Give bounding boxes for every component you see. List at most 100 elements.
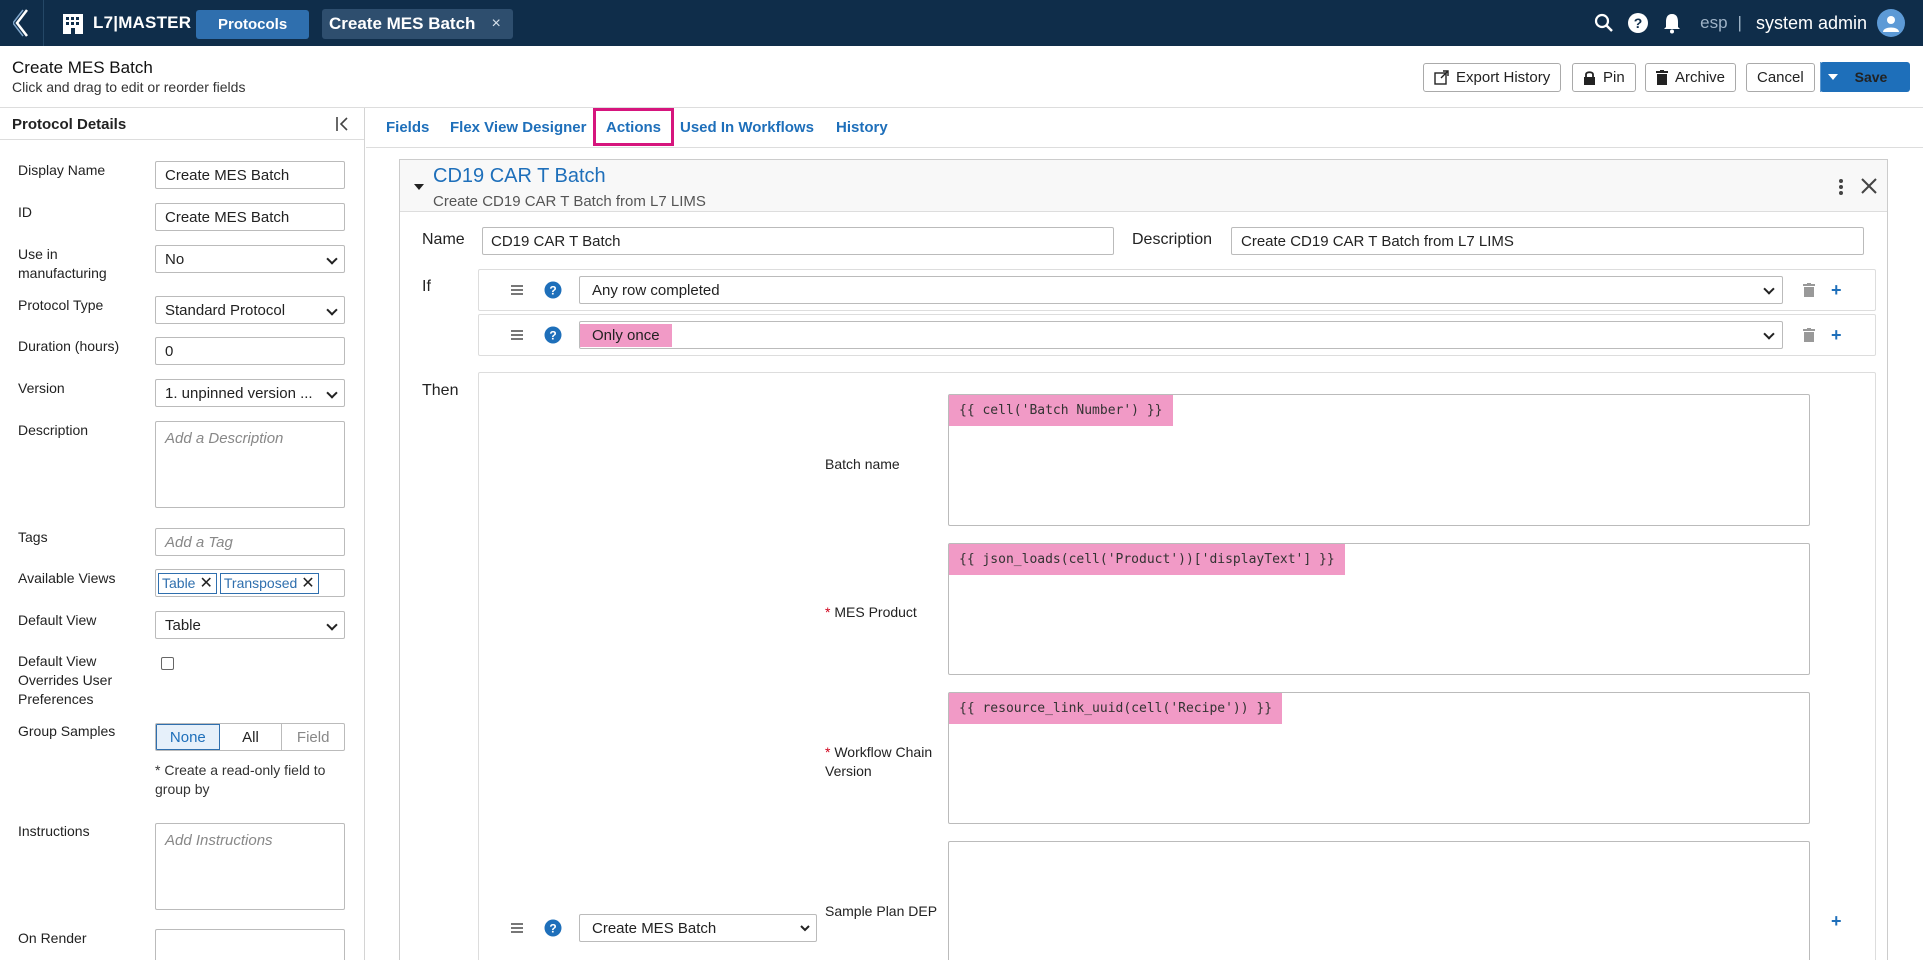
svg-text:?: ? bbox=[549, 329, 556, 343]
protocol-details-panel: Protocol Details Display Name Create MES… bbox=[0, 108, 365, 960]
tags-label: Tags bbox=[18, 529, 48, 545]
display-name-label: Display Name bbox=[18, 162, 106, 178]
page-header: Create MES Batch Click and drag to edit … bbox=[0, 46, 1923, 108]
tab-flex-view-designer[interactable]: Flex View Designer bbox=[440, 108, 596, 146]
close-tab-icon[interactable]: × bbox=[491, 15, 500, 33]
tab-history[interactable]: History bbox=[826, 108, 898, 146]
panel-header: Protocol Details bbox=[0, 108, 364, 140]
svg-text:?: ? bbox=[549, 922, 556, 936]
export-history-label: Export History bbox=[1456, 69, 1551, 86]
action-card-header: CD19 CAR T Batch Create CD19 CAR T Batch… bbox=[400, 160, 1887, 212]
action-title: CD19 CAR T Batch bbox=[433, 165, 606, 187]
help-button[interactable]: ? bbox=[1626, 11, 1650, 35]
separator: | bbox=[1737, 13, 1742, 32]
action-subtitle: Create CD19 CAR T Batch from L7 LIMS bbox=[433, 193, 706, 210]
required-marker: * bbox=[825, 604, 831, 620]
then-action-select[interactable]: Create MES Batch bbox=[579, 914, 817, 942]
remove-chip-icon[interactable]: ✕ bbox=[301, 573, 314, 593]
param-label-text: Sample Plan DEP bbox=[825, 903, 938, 919]
chevron-down-icon bbox=[800, 925, 810, 932]
condition-select[interactable]: Any row completed bbox=[579, 276, 1783, 304]
required-marker: * bbox=[825, 744, 831, 760]
group-option-all[interactable]: All bbox=[220, 724, 283, 750]
cancel-label: Cancel bbox=[1757, 69, 1804, 86]
action-name-input[interactable]: CD19 CAR T Batch bbox=[482, 227, 1114, 255]
param-label-workflow-chain: * Workflow Chain Version bbox=[825, 743, 935, 781]
mes-product-editor[interactable]: {{ json_loads(cell('Product'))['displayT… bbox=[948, 543, 1810, 675]
archive-button[interactable]: Archive bbox=[1645, 63, 1737, 92]
frequency-select[interactable]: Only once bbox=[579, 321, 1783, 349]
collapse-icon[interactable] bbox=[335, 116, 353, 132]
tab-actions[interactable]: Actions bbox=[593, 108, 675, 146]
param-label-sample-plan: Sample Plan DEP bbox=[825, 902, 937, 921]
override-checkbox[interactable] bbox=[161, 657, 174, 670]
kebab-icon[interactable] bbox=[1838, 178, 1844, 196]
drag-icon[interactable] bbox=[511, 285, 523, 295]
topbar-right: ? esp | system admin bbox=[1592, 0, 1905, 46]
save-label: Save bbox=[1854, 68, 1888, 85]
cancel-button[interactable]: Cancel bbox=[1746, 63, 1815, 92]
display-name-input[interactable]: Create MES Batch bbox=[155, 161, 345, 189]
instructions-textarea[interactable]: Add Instructions bbox=[155, 823, 345, 910]
page-subtitle: Click and drag to edit or reorder fields bbox=[12, 79, 246, 95]
notifications-button[interactable] bbox=[1660, 11, 1684, 35]
use-mfg-label: Use in manufacturing bbox=[18, 246, 107, 281]
user-icon bbox=[1883, 16, 1899, 32]
close-icon[interactable] bbox=[1859, 176, 1879, 196]
available-views-input[interactable]: Table ✕ Transposed ✕ bbox=[155, 569, 345, 597]
help-icon[interactable]: ? bbox=[544, 919, 562, 937]
plus-icon[interactable]: + bbox=[1831, 280, 1842, 301]
description-label: Description bbox=[18, 422, 89, 438]
id-label: ID bbox=[18, 204, 32, 220]
trash-icon bbox=[1656, 70, 1668, 85]
tags-input[interactable]: Add a Tag bbox=[155, 528, 345, 556]
sample-plan-editor[interactable] bbox=[948, 841, 1810, 960]
export-history-button[interactable]: Export History bbox=[1423, 63, 1562, 92]
trash-icon[interactable] bbox=[1803, 283, 1815, 297]
description-textarea[interactable]: Add a Description bbox=[155, 421, 345, 508]
brand-name: L7|MASTER bbox=[93, 13, 192, 32]
action-card: CD19 CAR T Batch Create CD19 CAR T Batch… bbox=[399, 159, 1888, 960]
help-icon: ? bbox=[1628, 13, 1649, 33]
condition-row-1: ? Any row completed + bbox=[478, 269, 1876, 311]
id-input[interactable]: Create MES Batch bbox=[155, 203, 345, 231]
svg-text:?: ? bbox=[549, 284, 556, 298]
view-chip-table: Table ✕ bbox=[158, 572, 217, 594]
protocols-button[interactable]: Protocols bbox=[196, 10, 310, 39]
batch-name-editor[interactable]: {{ cell('Batch Number') }} bbox=[948, 394, 1810, 526]
tenant-label: esp bbox=[1700, 13, 1728, 32]
group-option-field[interactable]: Field bbox=[282, 724, 344, 750]
help-icon[interactable]: ? bbox=[544, 326, 562, 344]
version-label: Version bbox=[18, 380, 65, 396]
user-name[interactable]: system admin bbox=[1756, 13, 1867, 34]
use-mfg-select[interactable]: No bbox=[155, 245, 345, 273]
workflow-chain-editor[interactable]: {{ resource_link_uuid(cell('Recipe')) }} bbox=[948, 692, 1810, 824]
collapse-caret-icon[interactable] bbox=[414, 184, 424, 190]
help-icon[interactable]: ? bbox=[544, 281, 562, 299]
action-description-input[interactable]: Create CD19 CAR T Batch from L7 LIMS bbox=[1231, 227, 1864, 255]
workflow-chain-expression: {{ resource_link_uuid(cell('Recipe')) }} bbox=[949, 693, 1283, 724]
trash-icon[interactable] bbox=[1803, 328, 1815, 342]
duration-input[interactable]: 0 bbox=[155, 337, 345, 365]
plus-icon[interactable]: + bbox=[1831, 325, 1842, 346]
search-button[interactable] bbox=[1592, 11, 1616, 35]
version-select[interactable]: 1. unpinned version ... bbox=[155, 379, 345, 407]
tab-fields[interactable]: Fields bbox=[376, 108, 439, 146]
drag-icon[interactable] bbox=[511, 923, 523, 933]
bell-icon bbox=[1664, 14, 1681, 34]
on-render-input[interactable] bbox=[155, 929, 345, 960]
mes-product-expression: {{ json_loads(cell('Product'))['displayT… bbox=[949, 544, 1345, 575]
avatar[interactable] bbox=[1877, 9, 1905, 37]
remove-chip-icon[interactable]: ✕ bbox=[199, 573, 212, 593]
default-view-select[interactable]: Table bbox=[155, 611, 345, 639]
protocol-type-select[interactable]: Standard Protocol bbox=[155, 296, 345, 324]
document-tab[interactable]: Create MES Batch × bbox=[322, 9, 513, 39]
search-icon bbox=[1595, 13, 1613, 32]
back-button[interactable] bbox=[0, 0, 44, 46]
plus-icon[interactable]: + bbox=[1831, 911, 1842, 932]
pin-button[interactable]: Pin bbox=[1572, 63, 1636, 92]
save-button[interactable]: Save bbox=[1820, 62, 1910, 92]
group-option-none[interactable]: None bbox=[156, 724, 220, 750]
drag-icon[interactable] bbox=[511, 330, 523, 340]
tab-used-in-workflows[interactable]: Used In Workflows bbox=[670, 108, 824, 146]
